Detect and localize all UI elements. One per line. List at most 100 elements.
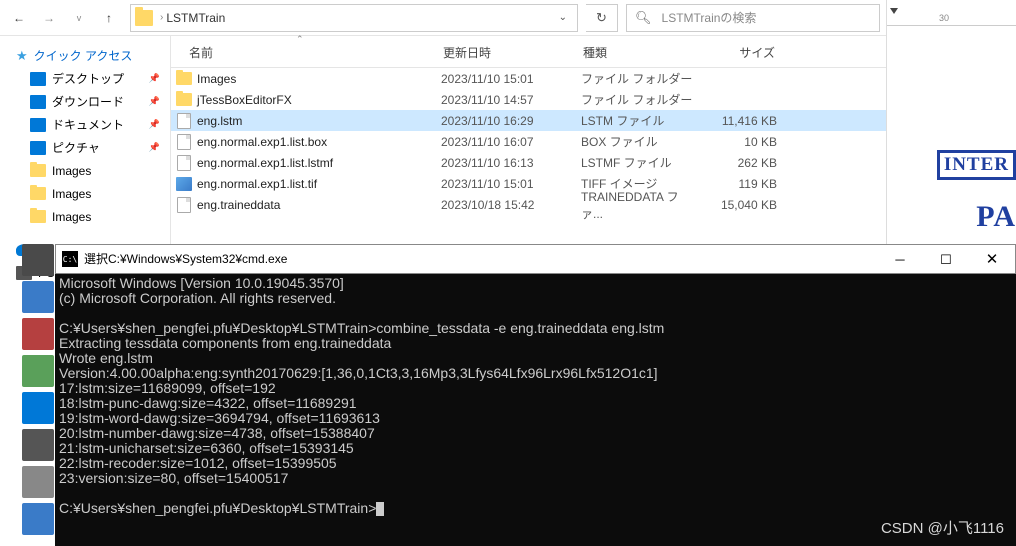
file-icon (175, 113, 193, 129)
document-panel: 30 INTER PA (886, 0, 1016, 244)
address-bar[interactable]: › LSTMTrain ⌄ (130, 4, 578, 32)
file-size: 15,040 KB (699, 198, 789, 212)
address-dropdown-icon[interactable]: ⌄ (553, 12, 573, 23)
file-type: TRAINEDDATA ファ... (581, 188, 699, 222)
cmd-output[interactable]: Microsoft Windows [Version 10.0.19045.35… (55, 274, 1016, 518)
file-icon (175, 197, 193, 213)
stamp-text: INTER (937, 150, 1016, 180)
nav-up-button[interactable]: ↑ (96, 4, 122, 32)
folder-icon (175, 93, 193, 106)
file-row[interactable]: eng.normal.exp1.list.tif2023/11/10 15:01… (171, 173, 886, 194)
pin-icon: 📌 (149, 142, 160, 153)
file-row[interactable]: eng.normal.exp1.list.lstmf2023/11/10 16:… (171, 152, 886, 173)
ruler: 30 (887, 0, 1016, 26)
sidebar-item-label: クイック アクセス (34, 47, 133, 64)
folder-icon (135, 10, 153, 26)
file-row[interactable]: eng.traineddata2023/10/18 15:42TRAINEDDA… (171, 194, 886, 215)
file-type: ファイル フォルダー (581, 70, 699, 87)
folder-icon (30, 187, 46, 200)
file-type: BOX ファイル (581, 133, 699, 150)
search-placeholder: LSTMTrainの検索 (662, 9, 757, 26)
stamp-text: PA (976, 200, 1016, 234)
sidebar-item[interactable]: Images (0, 205, 170, 228)
file-size: 10 KB (699, 135, 789, 149)
file-name: eng.normal.exp1.list.box (197, 135, 441, 149)
nav-back-button[interactable]: ← (6, 4, 32, 32)
taskbar-icon[interactable] (22, 355, 54, 387)
sidebar-item[interactable]: Images (0, 182, 170, 205)
sidebar-item-label: Images (52, 210, 91, 224)
file-date: 2023/11/10 15:01 (441, 177, 581, 191)
file-size: 262 KB (699, 156, 789, 170)
file-row[interactable]: jTessBoxEditorFX2023/11/10 14:57ファイル フォル… (171, 89, 886, 110)
sidebar-item[interactable]: ダウンロード📌 (0, 90, 170, 113)
sidebar-item-label: ドキュメント (52, 116, 124, 133)
ruler-indent-marker[interactable] (890, 8, 898, 14)
file-row[interactable]: Images2023/11/10 15:01ファイル フォルダー (171, 68, 886, 89)
folder-icon (175, 72, 193, 85)
taskbar-icon[interactable] (22, 466, 54, 498)
sidebar-item[interactable]: Images (0, 159, 170, 182)
sidebar-item-label: ピクチャ (52, 139, 100, 156)
nav-forward-button[interactable]: → (36, 4, 62, 32)
column-headers: ⌃ 名前 更新日時 種類 サイズ (171, 36, 886, 68)
folder-icon (30, 164, 46, 177)
file-size: 11,416 KB (699, 114, 789, 128)
file-date: 2023/11/10 15:01 (441, 72, 581, 86)
cmd-window: C:\ 選択C:¥Windows¥System32¥cmd.exe ─ ☐ ✕ … (55, 244, 1016, 546)
file-icon (175, 155, 193, 171)
taskbar-icon[interactable] (22, 392, 54, 424)
sidebar-item-label: デスクトップ (52, 70, 124, 87)
taskbar-icon[interactable] (22, 503, 54, 535)
taskbar-icon[interactable] (22, 429, 54, 461)
file-row[interactable]: eng.normal.exp1.list.box2023/11/10 16:07… (171, 131, 886, 152)
refresh-button[interactable]: ↻ (586, 4, 618, 32)
nav-recent-dropdown[interactable]: v (66, 4, 92, 32)
minimize-button[interactable]: ─ (877, 244, 923, 274)
close-button[interactable]: ✕ (969, 244, 1015, 274)
file-type: LSTM ファイル (581, 112, 699, 129)
taskbar-icon[interactable] (22, 318, 54, 350)
col-date[interactable]: 更新日時 (435, 44, 575, 61)
col-name[interactable]: 名前 (171, 44, 435, 61)
file-date: 2023/11/10 16:13 (441, 156, 581, 170)
search-box[interactable]: 🔍︎ LSTMTrainの検索 (626, 4, 880, 32)
star-icon: ★ (16, 48, 28, 64)
taskbar-icon[interactable] (22, 281, 54, 313)
address-folder-name: LSTMTrain (166, 11, 225, 25)
sidebar-item[interactable]: デスクトップ📌 (0, 67, 170, 90)
cmd-title: 選択C:¥Windows¥System32¥cmd.exe (84, 252, 877, 267)
pin-icon: 📌 (149, 119, 160, 130)
doc-icon (30, 118, 46, 132)
file-date: 2023/10/18 15:42 (441, 198, 581, 212)
file-date: 2023/11/10 14:57 (441, 93, 581, 107)
folder-icon (30, 210, 46, 223)
desktop-icon (30, 72, 46, 86)
chevron-right-icon: › (160, 12, 163, 23)
sidebar-quick-access[interactable]: ★ クイック アクセス (0, 44, 170, 67)
sidebar-item[interactable]: ドキュメント 📌 (0, 113, 170, 136)
sidebar-item-label: Images (52, 164, 91, 178)
col-type[interactable]: 種類 (575, 44, 693, 61)
nav-toolbar: ← → v ↑ › LSTMTrain ⌄ ↻ 🔍︎ LSTMTrainの検索 (0, 0, 886, 36)
file-icon (175, 134, 193, 150)
sidebar-item-label: Images (52, 187, 91, 201)
file-name: eng.normal.exp1.list.tif (197, 177, 441, 191)
dl-icon (30, 95, 46, 109)
maximize-button[interactable]: ☐ (923, 244, 969, 274)
file-size: 119 KB (699, 177, 789, 191)
sidebar-item[interactable]: ピクチャ 📌 (0, 136, 170, 159)
taskbar-icon[interactable] (22, 244, 54, 276)
document-area: INTER PA (887, 26, 1016, 244)
file-name: Images (197, 72, 441, 86)
taskbar-icons (22, 244, 55, 540)
tiff-icon (175, 177, 193, 191)
file-row[interactable]: eng.lstm2023/11/10 16:29LSTM ファイル11,416 … (171, 110, 886, 131)
file-type: LSTMF ファイル (581, 154, 699, 171)
col-size[interactable]: サイズ (693, 44, 783, 61)
search-icon: 🔍︎ (635, 10, 652, 26)
file-name: eng.normal.exp1.list.lstmf (197, 156, 441, 170)
sidebar-item-label: ダウンロード (52, 93, 124, 110)
ruler-tick: 30 (939, 13, 949, 23)
cmd-titlebar[interactable]: C:\ 選択C:¥Windows¥System32¥cmd.exe ─ ☐ ✕ (55, 244, 1016, 274)
